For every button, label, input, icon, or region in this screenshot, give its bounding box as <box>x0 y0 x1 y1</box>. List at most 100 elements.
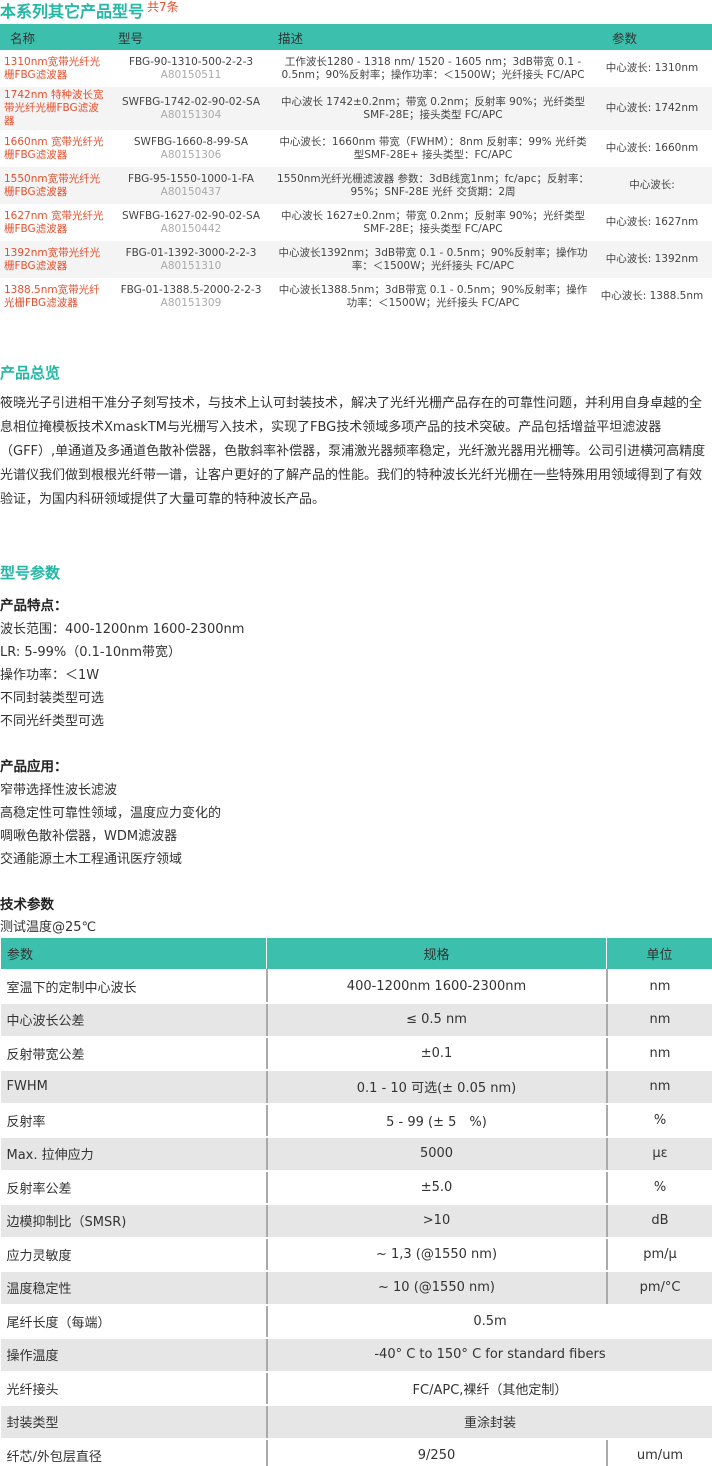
product-model: FBG-95-1550-1000-1-FA A80150437 <box>108 167 274 204</box>
series-title: 本系列其它产品型号 <box>0 2 145 21</box>
spec-row: 反射带宽公差 ±0.1 nm <box>0 1035 712 1071</box>
spec-row: 光纤接头 FC/APC,裸纤（其他定制） <box>0 1370 712 1406</box>
product-description: 中心波长 1627±0.2nm；带宽 0.2nm；反射率 90%；光纤类型 SM… <box>274 204 592 241</box>
product-name-link[interactable]: 1627nm 宽带光纤光栅FBG滤波器 <box>0 204 108 241</box>
product-model-number: FBG-01-1392-3000-2-2-3 <box>125 246 257 259</box>
spec-param: 封装类型 <box>0 1404 268 1440</box>
product-row[interactable]: 1310nm宽带光纤光栅FBG滤波器 FBG-90-1310-500-2-2-3 A… <box>0 50 712 87</box>
product-row[interactable]: 1388.5nm宽带光纤光栅FBG滤波器 FBG-01-1388.5-2000-2… <box>0 278 712 315</box>
series-header: 本系列其它产品型号 共7条 <box>0 0 179 24</box>
spec-value: 5 - 99 (± 5 %) <box>266 1102 608 1138</box>
spec-value: 0.5m <box>266 1303 712 1339</box>
spec-param: 中心波长公差 <box>0 1002 268 1038</box>
product-code: A80151304 <box>160 108 222 121</box>
product-row[interactable]: 1550nm宽带光纤光栅FBG滤波器 FBG-95-1550-1000-1-FA A… <box>0 167 712 204</box>
product-name-link[interactable]: 1742nm 特种波长宽带光纤光栅FBG滤波器 <box>0 87 108 130</box>
spec-param: 尾纤长度（每端） <box>0 1303 268 1339</box>
product-model: SWFBG-1660-8-99-SA A80151306 <box>108 130 274 167</box>
product-model: FBG-01-1388.5-2000-2-2-3 A80151309 <box>108 278 274 315</box>
spec-value: 9/250 <box>266 1437 608 1466</box>
overview-title: 产品总览 <box>0 364 61 382</box>
spec-param: 边模抑制比（SMSR) <box>0 1203 268 1239</box>
spec-value: 0.1 - 10 可选(± 0.05 nm) <box>266 1069 608 1105</box>
overview-text: 筱晓光子引进相干准分子刻写技术，与技术上认可封装技术，解决了光纤光栅产品存在的可… <box>0 396 706 507</box>
product-description: 中心波长1392nm；3dB带宽 0.1 - 0.5nm；90%反射率；操作功率… <box>274 241 592 278</box>
feature-item: 不同封装类型可选 <box>0 691 105 706</box>
spec-value: -40° C to 150° C for standard fibers <box>266 1337 712 1373</box>
spec-row: 室温下的定制中心波长 400-1200nm 1600-2300nm nm <box>0 968 712 1004</box>
product-model: FBG-01-1392-3000-2-2-3 A80151310 <box>108 241 274 278</box>
product-row[interactable]: 1392nm宽带光纤光栅FBG滤波器 FBG-01-1392-3000-2-2-3… <box>0 241 712 278</box>
product-description: 中心波长：1660nm 带宽（FWHM）：8nm 反射率：99% 光纤类型SMF… <box>274 130 592 167</box>
product-name-link[interactable]: 1660nm 宽带光纤光栅FBG滤波器 <box>0 130 108 167</box>
series-count: 共7条 <box>147 0 179 14</box>
applications-title: 产品应用： <box>0 759 68 775</box>
spec-value: 5000 <box>266 1136 608 1172</box>
feature-item: 操作功率：＜1W <box>0 668 100 683</box>
product-code: A80151306 <box>160 148 222 161</box>
spec-param: 温度稳定性 <box>0 1270 268 1306</box>
spec-row: 反射率 5 - 99 (± 5 %)% <box>0 1102 712 1138</box>
spec-header-param: 参数 <box>0 937 267 970</box>
product-row[interactable]: 1742nm 特种波长宽带光纤光栅FBG滤波器 SWFBG-1742-02-90-… <box>0 87 712 130</box>
spec-unit: µε <box>606 1136 712 1172</box>
product-code: A80150511 <box>160 68 222 81</box>
spec-table-header: 参数 规格 单位 <box>0 937 712 970</box>
spec-param: 室温下的定制中心波长 <box>0 968 268 1004</box>
feature-item: 波长范围：400-1200nm 1600-2300nm <box>0 622 245 637</box>
header-name: 名称 <box>0 24 108 50</box>
spec-unit: % <box>606 1102 712 1138</box>
product-parameter: 中心波长: 1660nm <box>592 130 712 167</box>
product-row[interactable]: 1627nm 宽带光纤光栅FBG滤波器 SWFBG-1627-02-90-02-S… <box>0 204 712 241</box>
product-row[interactable]: 1660nm 宽带光纤光栅FBG滤波器 SWFBG-1660-8-99-SA A80… <box>0 130 712 167</box>
spec-row: 纤芯/外包层直径 9/250 um/um <box>0 1437 712 1466</box>
product-parameter: 中心波长: 1388.5nm <box>592 278 712 315</box>
spec-param: 反射带宽公差 <box>0 1035 268 1071</box>
product-code: A80150437 <box>160 185 222 198</box>
spec-param: 光纤接头 <box>0 1370 268 1406</box>
spec-param: 反射率公差 <box>0 1169 268 1205</box>
features-title: 产品特点： <box>0 598 68 614</box>
spec-param: 纤芯/外包层直径 <box>0 1437 268 1466</box>
test-temperature: 测试温度@25℃ <box>0 920 97 935</box>
product-parameter: 中心波长: 1742nm <box>592 87 712 130</box>
product-code: A80150442 <box>160 222 222 235</box>
tech-title: 技术参数 <box>0 897 54 913</box>
product-parameter: 中心波长: 1310nm <box>592 50 712 87</box>
application-item: 窄带选择性波长滤波 <box>0 783 118 798</box>
product-table-header: 名称 型号 描述 参数 <box>0 24 712 50</box>
spec-value: ~ 1,3 (@1550 nm) <box>266 1236 608 1272</box>
product-model-number: FBG-01-1388.5-2000-2-2-3 <box>120 283 262 296</box>
header-param: 参数 <box>592 24 712 50</box>
product-description: 工作波长1280 - 1318 nm/ 1520 - 1605 nm；3dB带宽… <box>274 50 592 87</box>
spec-row: 尾纤长度（每端） 0.5m <box>0 1303 712 1339</box>
spec-param: 操作温度 <box>0 1337 268 1373</box>
product-description: 1550nm光纤光栅滤波器 参数：3dB线宽1nm；fc/apc；反射率：95%… <box>274 167 592 204</box>
spec-row: 温度稳定性 ~ 10 (@1550 nm) pm/°C <box>0 1270 712 1306</box>
product-parameter: 中心波长: 1392nm <box>592 241 712 278</box>
product-parameter: 中心波长: <box>592 167 712 204</box>
spec-value: 400-1200nm 1600-2300nm <box>266 968 608 1004</box>
product-name-link[interactable]: 1392nm宽带光纤光栅FBG滤波器 <box>0 241 108 278</box>
spec-value: >10 <box>266 1203 608 1239</box>
product-model-number: FBG-95-1550-1000-1-FA <box>128 172 254 185</box>
spec-value: FC/APC,裸纤（其他定制） <box>266 1370 712 1406</box>
spec-unit: pm/µ <box>606 1236 712 1272</box>
product-model-number: SWFBG-1627-02-90-02-SA <box>121 209 261 222</box>
product-name-link[interactable]: 1310nm宽带光纤光栅FBG滤波器 <box>0 50 108 87</box>
product-name-link[interactable]: 1388.5nm宽带光纤光栅FBG滤波器 <box>0 278 108 315</box>
product-parameter: 中心波长: 1627nm <box>592 204 712 241</box>
spec-row: 反射率公差 ±5.0% <box>0 1169 712 1205</box>
product-name-link[interactable]: 1550nm宽带光纤光栅FBG滤波器 <box>0 167 108 204</box>
product-model-number: FBG-90-1310-500-2-2-3 <box>128 55 254 68</box>
spec-unit: um/um <box>606 1437 712 1466</box>
spec-row: 操作温度 -40° C to 150° C for standard fibers <box>0 1337 712 1373</box>
spec-header-unit: 单位 <box>606 937 712 970</box>
spec-unit: nm <box>606 968 712 1004</box>
spec-value: ±0.1 <box>266 1035 608 1071</box>
application-item: 啁啾色散补偿器，WDM滤波器 <box>0 829 178 844</box>
application-item: 高稳定性可靠性领域，温度应力变化的 <box>0 806 222 821</box>
spec-param: FWHM <box>0 1069 268 1105</box>
spec-param: 应力灵敏度 <box>0 1236 268 1272</box>
spec-header-value: 规格 <box>266 937 607 970</box>
